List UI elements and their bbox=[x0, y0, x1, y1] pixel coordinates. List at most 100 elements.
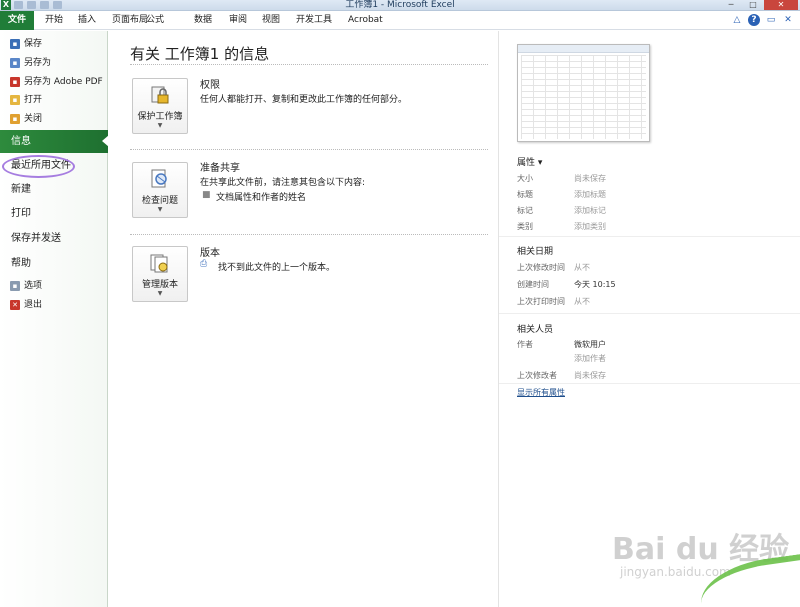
workbook-preview-thumbnail bbox=[517, 44, 650, 142]
author-value: 微软用户 bbox=[574, 340, 606, 349]
tab-data[interactable]: 数据 bbox=[194, 11, 212, 30]
tab-home[interactable]: 开始 bbox=[45, 11, 63, 30]
inspect-document-icon bbox=[151, 169, 167, 188]
section-divider bbox=[130, 64, 488, 65]
created-label: 创建时间 bbox=[517, 280, 549, 289]
preview-ribbon bbox=[518, 45, 649, 53]
close-icon[interactable]: ✕ bbox=[764, 0, 798, 10]
last-printed-label: 上次打印时间 bbox=[517, 297, 565, 306]
info-panel: 有关 工作簿1 的信息 保护工作簿 ▼ 权限 任何人都能打开、复制和更改此工作簿… bbox=[108, 31, 498, 607]
minimize-icon[interactable]: ─ bbox=[720, 0, 742, 10]
tab-acrobat[interactable]: Acrobat bbox=[348, 11, 383, 30]
manage-versions-button[interactable]: 管理版本 ▼ bbox=[132, 246, 188, 302]
nav-help[interactable]: 帮助 bbox=[11, 255, 31, 273]
section-divider bbox=[130, 149, 488, 150]
nav-save[interactable]: ▪ 保存 bbox=[10, 37, 42, 51]
prop-title-label: 标题 bbox=[517, 190, 533, 199]
title-bar: X 工作簿1 - Microsoft Excel ─ □ ✕ bbox=[0, 0, 800, 11]
tab-developer[interactable]: 开发工具 bbox=[296, 11, 332, 30]
floppy-disk-icon: ▪ bbox=[10, 39, 20, 49]
prepare-item: 文档属性和作者的姓名 bbox=[216, 193, 307, 203]
folder-open-icon: ▪ bbox=[10, 95, 20, 105]
folder-close-icon: ▪ bbox=[10, 114, 20, 124]
minimize-ribbon-icon[interactable]: △ bbox=[731, 14, 743, 26]
chevron-down-icon: ▼ bbox=[157, 206, 163, 213]
nav-info[interactable]: 信息 bbox=[0, 130, 109, 153]
nav-open[interactable]: ▪ 打开 bbox=[10, 93, 42, 107]
tab-insert[interactable]: 插入 bbox=[78, 11, 96, 30]
tab-view[interactable]: 视图 bbox=[262, 11, 280, 30]
backstage-nav: ▪ 保存 ▪ 另存为 ▪ 另存为 Adobe PDF ▪ 打开 ▪ 关闭 信息 … bbox=[0, 31, 109, 607]
prop-tags-value[interactable]: 添加标记 bbox=[574, 205, 606, 216]
prop-title-value[interactable]: 添加标题 bbox=[574, 189, 606, 200]
last-modified-by-value: 尚未保存 bbox=[574, 371, 606, 380]
maximize-icon[interactable]: □ bbox=[742, 0, 764, 10]
tab-page-layout[interactable]: 页面布局 bbox=[112, 11, 148, 30]
versions-title: 版本 bbox=[200, 248, 220, 259]
props-divider bbox=[499, 383, 800, 384]
nav-close-label: 关闭 bbox=[24, 114, 43, 124]
check-issues-label: 检查问题 bbox=[141, 196, 178, 206]
last-printed-value: 从不 bbox=[574, 297, 590, 306]
last-modified-label: 上次修改时间 bbox=[517, 263, 565, 272]
props-divider bbox=[499, 236, 800, 237]
nav-save-as-pdf[interactable]: ▪ 另存为 Adobe PDF bbox=[10, 75, 103, 89]
permissions-title: 权限 bbox=[200, 80, 220, 91]
nav-exit-label: 退出 bbox=[24, 300, 43, 310]
add-author-link[interactable]: 添加作者 bbox=[574, 353, 606, 364]
tab-formulas[interactable]: 公式 bbox=[146, 11, 164, 30]
chevron-down-icon: ▼ bbox=[157, 290, 163, 297]
prop-category-value[interactable]: 添加类别 bbox=[574, 221, 606, 232]
related-people-header: 相关人员 bbox=[517, 325, 554, 335]
props-divider bbox=[499, 313, 800, 314]
bullet-icon: ■ bbox=[202, 190, 211, 200]
author-label: 作者 bbox=[517, 340, 533, 349]
nav-options-label: 选项 bbox=[24, 281, 43, 291]
nav-options[interactable]: ▪ 选项 bbox=[10, 279, 42, 293]
prop-tags-label: 标记 bbox=[517, 206, 533, 215]
nav-save-as-label: 另存为 bbox=[24, 58, 52, 68]
permissions-section: 保护工作簿 ▼ 权限 任何人都能打开、复制和更改此工作簿的任何部分。 bbox=[130, 64, 488, 144]
restore-window-icon[interactable]: ▭ bbox=[765, 14, 777, 26]
protect-workbook-button[interactable]: 保护工作簿 ▼ bbox=[132, 78, 188, 134]
chevron-down-icon: ▼ bbox=[157, 122, 163, 129]
prop-size-label: 大小 bbox=[517, 174, 533, 183]
nav-print[interactable]: 打印 bbox=[11, 205, 31, 223]
created-value: 今天 10:15 bbox=[574, 280, 616, 289]
related-dates-header: 相关日期 bbox=[517, 247, 554, 257]
nav-open-label: 打开 bbox=[24, 95, 43, 105]
prop-size-value: 尚未保存 bbox=[574, 174, 606, 183]
nav-save-as[interactable]: ▪ 另存为 bbox=[10, 56, 51, 70]
close-workbook-icon[interactable]: ✕ bbox=[782, 14, 794, 26]
ribbon-tab-bar: 文件 开始 插入 页面布局 公式 数据 审阅 视图 开发工具 Acrobat △… bbox=[0, 11, 800, 30]
lock-icon bbox=[151, 86, 169, 104]
window-controls: ─ □ ✕ bbox=[720, 0, 798, 10]
manage-versions-label: 管理版本 bbox=[141, 280, 178, 290]
nav-save-label: 保存 bbox=[24, 39, 43, 49]
properties-dropdown[interactable]: 属性 ▾ bbox=[517, 155, 542, 168]
pdf-icon: ▪ bbox=[10, 77, 20, 87]
nav-close[interactable]: ▪ 关闭 bbox=[10, 112, 42, 126]
exit-icon: ✕ bbox=[10, 300, 20, 310]
page-title: 有关 工作簿1 的信息 bbox=[130, 45, 270, 63]
check-issues-button[interactable]: 检查问题 ▼ bbox=[132, 162, 188, 218]
show-all-properties-link[interactable]: 显示所有属性 bbox=[517, 387, 565, 398]
nav-save-send[interactable]: 保存并发送 bbox=[11, 230, 61, 248]
version-file-icon: ⎙ bbox=[200, 259, 208, 269]
protect-workbook-label: 保护工作簿 bbox=[137, 112, 183, 122]
nav-new[interactable]: 新建 bbox=[11, 181, 31, 199]
section-divider bbox=[130, 234, 488, 235]
nav-exit[interactable]: ✕ 退出 bbox=[10, 298, 42, 312]
window-title: 工作簿1 - Microsoft Excel bbox=[345, 0, 455, 10]
preview-grid bbox=[521, 55, 646, 139]
tab-file[interactable]: 文件 bbox=[0, 11, 34, 30]
nav-save-as-pdf-label: 另存为 Adobe PDF bbox=[24, 77, 103, 87]
tab-review[interactable]: 审阅 bbox=[229, 11, 247, 30]
versions-desc: 找不到此文件的上一个版本。 bbox=[218, 263, 336, 273]
prepare-desc: 在共享此文件前，请注意其包含以下内容: bbox=[200, 178, 366, 188]
save-as-icon: ▪ bbox=[10, 58, 20, 68]
prepare-section: 检查问题 ▼ 准备共享 在共享此文件前，请注意其包含以下内容: ■ 文档属性和作… bbox=[130, 149, 488, 239]
help-icon[interactable]: ? bbox=[748, 14, 760, 26]
prepare-title: 准备共享 bbox=[200, 163, 240, 174]
versions-section: 管理版本 ▼ 版本 ⎙ 找不到此文件的上一个版本。 bbox=[130, 234, 488, 314]
